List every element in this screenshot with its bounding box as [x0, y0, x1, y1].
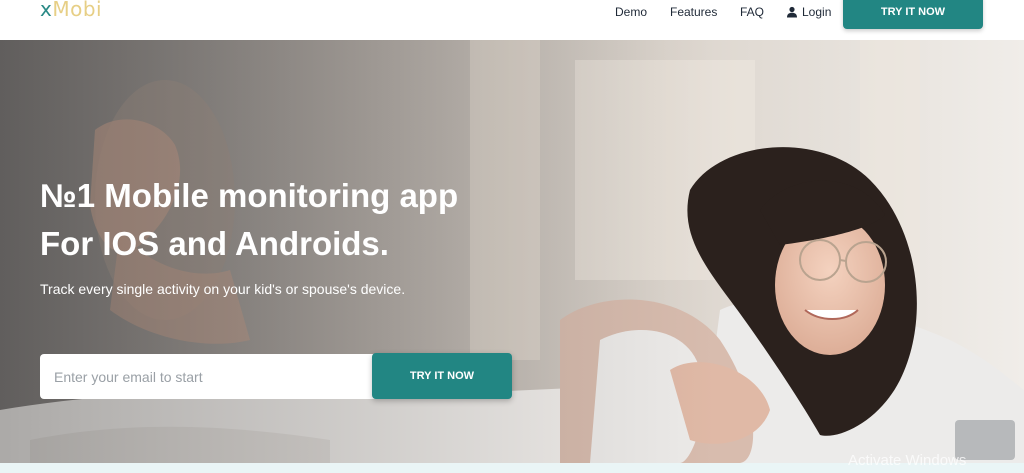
activate-windows-watermark: Activate Windows — [848, 452, 967, 469]
logo-x: x — [40, 0, 53, 21]
nav-login-link[interactable]: Login — [786, 5, 831, 19]
nav-login-label: Login — [802, 5, 832, 19]
hero-title-line-1: №1 Mobile monitoring app — [40, 177, 459, 214]
nav-faq-link[interactable]: FAQ — [740, 5, 764, 19]
hero-try-it-now-button[interactable]: TRY IT NOW — [372, 353, 512, 399]
top-navbar: xMobi Demo Features FAQ Login TRY IT NOW — [0, 0, 1024, 40]
hero-title-line-2: For IOS and Androids. — [40, 225, 389, 262]
nav-demo-link[interactable]: Demo — [615, 5, 647, 19]
hero-section: №1 Mobile monitoring app For IOS and And… — [0, 40, 1024, 463]
nav-features-link[interactable]: Features — [670, 5, 717, 19]
hero-subtitle: Track every single activity on your kid'… — [40, 281, 406, 297]
hero-title: №1 Mobile monitoring app For IOS and And… — [40, 172, 458, 268]
header-try-it-now-button[interactable]: TRY IT NOW — [843, 0, 983, 29]
email-input[interactable] — [40, 354, 400, 399]
logo-text: Mobi — [52, 0, 103, 21]
brand-logo[interactable]: xMobi — [40, 0, 102, 21]
user-icon — [787, 6, 797, 18]
